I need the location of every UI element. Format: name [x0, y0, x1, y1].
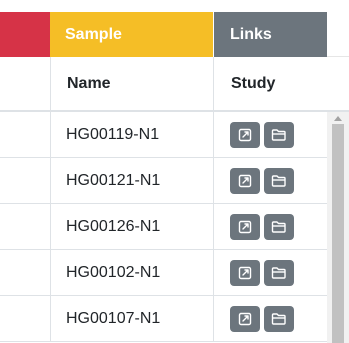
- row-previous-cell: [0, 158, 50, 203]
- study-links-cell: [214, 204, 327, 249]
- sample-name-cell: HG00102-N1: [50, 250, 214, 295]
- sample-name-cell: HG00107-N1: [50, 296, 214, 341]
- external-link-icon: [238, 266, 252, 280]
- table-row: HG00107-N1: [0, 296, 327, 342]
- open-study-button[interactable]: [230, 213, 260, 240]
- header-group-previous: [0, 12, 50, 57]
- sample-name-cell: HG00126-N1: [50, 204, 214, 249]
- scroll-thumb[interactable]: [332, 124, 344, 343]
- study-links-cell: [214, 158, 327, 203]
- folder-icon: [271, 312, 287, 326]
- external-link-icon: [238, 220, 252, 234]
- vertical-scrollbar[interactable]: [327, 112, 349, 343]
- table-row: HG00119-N1: [0, 112, 327, 158]
- open-folder-button[interactable]: [264, 305, 294, 332]
- study-links-cell: [214, 250, 327, 295]
- header-group-spacer: [327, 12, 349, 57]
- folder-icon: [271, 128, 287, 142]
- open-folder-button[interactable]: [264, 213, 294, 240]
- header-group-row: Sample Links: [0, 12, 349, 57]
- row-previous-cell: [0, 296, 50, 341]
- external-link-icon: [238, 128, 252, 142]
- open-folder-button[interactable]: [264, 259, 294, 286]
- row-previous-cell: [0, 112, 50, 157]
- external-link-icon: [238, 312, 252, 326]
- samples-table: Sample Links Name Study HG00119-N1 HG0012…: [0, 0, 349, 343]
- study-links-cell: [214, 112, 327, 157]
- open-study-button[interactable]: [230, 167, 260, 194]
- header-group-sample: Sample: [50, 12, 214, 57]
- table-row: HG00102-N1: [0, 250, 327, 296]
- row-previous-cell: [0, 250, 50, 295]
- column-header-previous: [0, 57, 50, 110]
- table-row: HG00126-N1: [0, 204, 327, 250]
- folder-icon: [271, 266, 287, 280]
- row-previous-cell: [0, 204, 50, 249]
- column-header-study[interactable]: Study: [214, 57, 327, 110]
- study-links-cell: [214, 296, 327, 341]
- open-folder-button[interactable]: [264, 167, 294, 194]
- sample-name-cell: HG00121-N1: [50, 158, 214, 203]
- open-study-button[interactable]: [230, 305, 260, 332]
- column-header-name[interactable]: Name: [50, 57, 214, 110]
- table-row: HG00121-N1: [0, 158, 327, 204]
- sample-name-cell: HG00119-N1: [50, 112, 214, 157]
- table-body: HG00119-N1 HG00121-N1 HG00126-N1 HG00102-N1…: [0, 112, 349, 343]
- open-study-button[interactable]: [230, 121, 260, 148]
- header-group-links: Links: [214, 12, 327, 57]
- scroll-up-arrow-icon[interactable]: [334, 116, 342, 121]
- column-header-row: Name Study: [0, 57, 349, 112]
- open-folder-button[interactable]: [264, 121, 294, 148]
- external-link-icon: [238, 174, 252, 188]
- folder-icon: [271, 174, 287, 188]
- folder-icon: [271, 220, 287, 234]
- open-study-button[interactable]: [230, 259, 260, 286]
